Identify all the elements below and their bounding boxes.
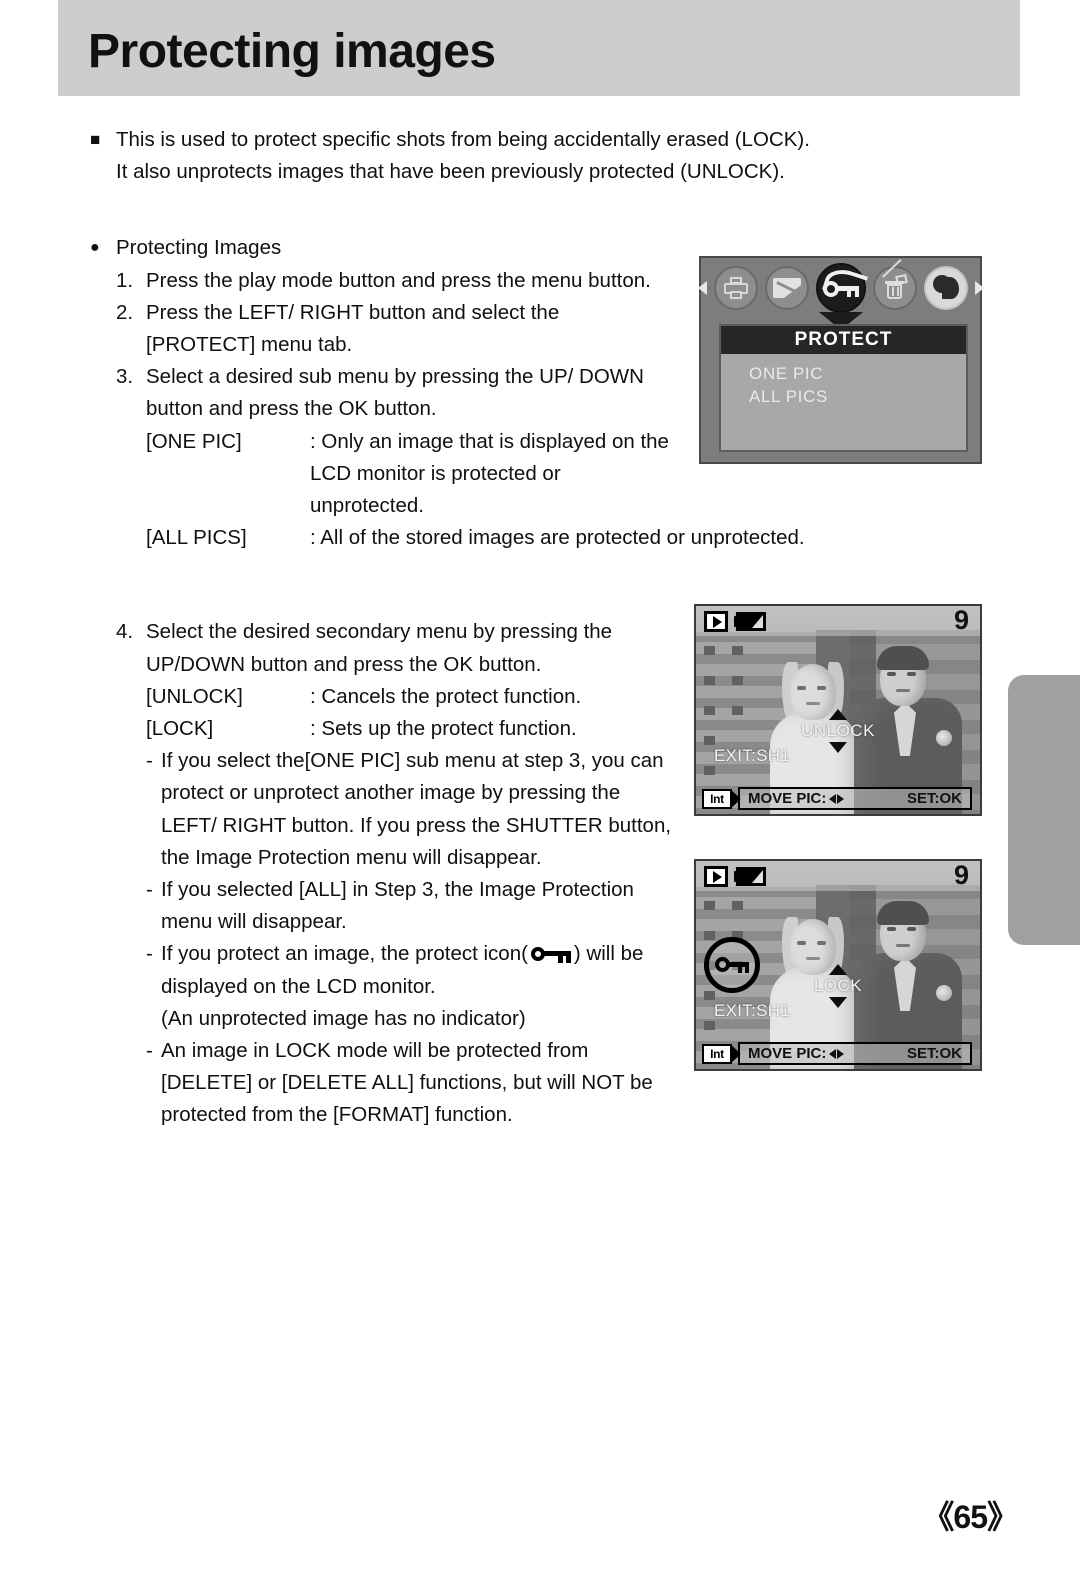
arrow-up-icon[interactable] — [829, 709, 847, 720]
def-one-pic-cont-2: unprotected. — [310, 494, 424, 518]
lock-mode-selector[interactable]: LOCK — [778, 964, 898, 1008]
tab-scroll-right-icon[interactable] — [974, 281, 984, 295]
lcd-lock-screen: 9 LOCK EXIT:SH1 Int MOVE PIC: SET:OK — [694, 859, 982, 1071]
mode-label: UNLOCK — [801, 721, 875, 740]
battery-icon — [734, 612, 766, 631]
step-1-number: 1. — [116, 268, 134, 292]
internal-memory-icon: Int — [702, 1044, 741, 1064]
slideshow-tab-icon[interactable] — [923, 266, 968, 310]
round-bullet-icon: ● — [90, 239, 100, 257]
arrow-down-icon[interactable] — [829, 742, 847, 753]
key-glyph — [822, 280, 859, 297]
resize-tab-icon[interactable] — [764, 266, 809, 310]
note-2-dash: - — [146, 878, 153, 902]
step-4-number: 4. — [116, 620, 134, 644]
move-pic-label: MOVE PIC: — [748, 790, 827, 807]
tab-scroll-left-icon[interactable] — [697, 281, 707, 295]
intro-paragraph: ■ This is used to protect specific shots… — [90, 124, 920, 188]
lcd-protect-menu-screen: PROTECT ONE PIC ALL PICS — [697, 256, 984, 464]
step-2-number: 2. — [116, 300, 134, 324]
def-lock-term: [LOCK] — [146, 717, 214, 741]
chapter-edge-tab — [1008, 675, 1080, 945]
move-pic-hint: MOVE PIC: — [748, 790, 845, 807]
arrow-up-icon[interactable] — [829, 964, 847, 975]
image-counter: 9 — [953, 605, 969, 635]
move-pic-hint: MOVE PIC: — [748, 1045, 845, 1062]
def-all-pics-desc: : All of the stored images are protected… — [310, 526, 805, 550]
lcd-unlock-screen: 9 UNLOCK EXIT:SH1 Int MOVE PIC: SET:OK — [694, 604, 982, 816]
step-3-number: 3. — [116, 365, 134, 389]
battery-icon — [734, 867, 766, 886]
def-one-pic-term: [ONE PIC] — [146, 429, 242, 453]
exit-hint: EXIT:SH1 — [714, 1001, 791, 1020]
osd-bottom-bar: MOVE PIC: SET:OK — [738, 1042, 972, 1065]
menu-item-all-pics[interactable]: ALL PICS — [749, 385, 966, 408]
trash-glyph — [881, 258, 908, 300]
set-ok-hint: SET:OK — [906, 790, 962, 807]
osd-top-bar: 9 — [696, 606, 980, 636]
note-1-dash: - — [146, 749, 153, 773]
menu-item-one-pic[interactable]: ONE PIC — [749, 362, 966, 385]
def-unlock-term: [UNLOCK] — [146, 684, 243, 708]
exit-hint: EXIT:SH1 — [714, 746, 791, 765]
play-mode-icon — [704, 866, 728, 887]
protect-status-indicator-icon — [704, 937, 760, 993]
note-3-text-after-icon: ) will be — [573, 942, 644, 966]
page-title: Protecting images — [88, 25, 496, 78]
image-counter: 9 — [953, 860, 969, 890]
note-4-line-3: protected from the [FORMAT] function. — [161, 1103, 513, 1127]
set-ok-hint: SET:OK — [906, 1045, 962, 1062]
mode-label: LOCK — [813, 976, 863, 995]
internal-memory-icon: Int — [702, 789, 741, 809]
intro-line-2: It also unprotects images that have been… — [116, 160, 785, 184]
protect-menu-panel: PROTECT ONE PIC ALL PICS — [719, 324, 968, 452]
def-all-pics-term: [ALL PICS] — [146, 526, 247, 550]
play-mode-icon — [704, 611, 728, 632]
intro-line-1: This is used to protect specific shots f… — [116, 128, 810, 151]
printer-glyph — [723, 277, 748, 299]
delete-tab-icon[interactable] — [872, 258, 917, 310]
slideshow-glyph — [932, 275, 959, 301]
protect-key-icon — [530, 946, 571, 963]
note-4-dash: - — [146, 1039, 153, 1063]
protect-tab-icon[interactable] — [815, 263, 868, 313]
print-tab-icon[interactable] — [713, 266, 758, 310]
left-right-arrows-icon — [829, 793, 845, 804]
protect-menu-items: ONE PIC ALL PICS — [721, 354, 966, 408]
resize-glyph — [772, 278, 801, 298]
osd-top-bar: 9 — [696, 861, 980, 891]
arrow-down-icon[interactable] — [829, 997, 847, 1008]
square-bullet-icon: ■ — [90, 130, 101, 149]
def-all-pics: [ALL PICS] : All of the stored images ar… — [116, 522, 920, 554]
left-right-arrows-icon — [829, 1048, 845, 1059]
unlock-mode-selector[interactable]: UNLOCK — [778, 709, 898, 753]
note-4-line-2: [DELETE] or [DELETE ALL] functions, but … — [161, 1071, 653, 1095]
note-3-dash: - — [146, 942, 153, 966]
osd-bottom-bar: MOVE PIC: SET:OK — [738, 787, 972, 810]
move-pic-label: MOVE PIC: — [748, 1045, 827, 1062]
protect-menu-title: PROTECT — [721, 326, 966, 354]
menu-tab-row — [697, 258, 984, 316]
note-3-text-before-icon: If you protect an image, the protect ico… — [161, 942, 528, 966]
page-number: 《65》 — [922, 1499, 1019, 1535]
